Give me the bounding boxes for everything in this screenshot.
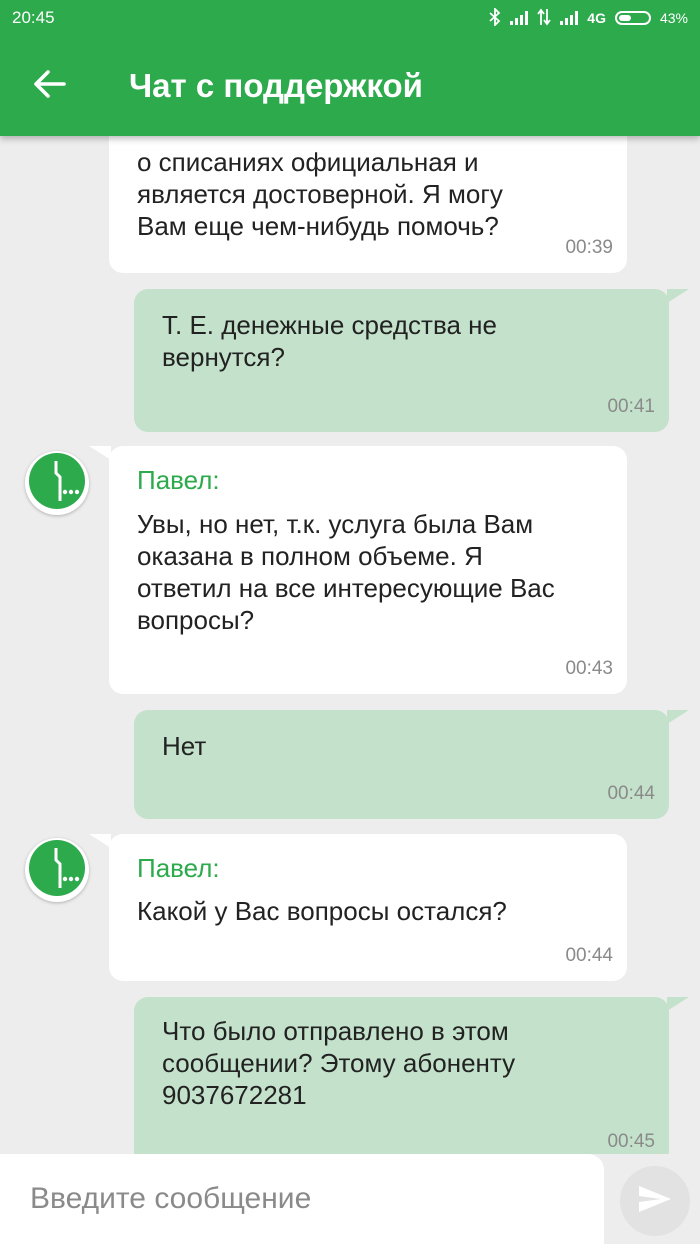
back-button[interactable] [0, 36, 100, 136]
arrow-left-icon [34, 69, 66, 103]
operator-logo-icon [25, 836, 89, 905]
avatar [25, 838, 89, 902]
message-time: 00:45 [607, 1131, 655, 1152]
outgoing-message: Нет 00:44 [134, 710, 689, 819]
avatar [25, 451, 89, 515]
message-time: 00:44 [607, 783, 655, 804]
signal-icon [510, 11, 529, 25]
message-time: 00:41 [607, 396, 655, 417]
bubble-tail [667, 710, 689, 724]
message-time: 00:39 [565, 237, 613, 258]
message-time: 00:43 [565, 658, 613, 679]
message-time: 00:44 [565, 945, 613, 966]
battery-icon [614, 11, 651, 25]
bubble-tail [667, 289, 689, 303]
operator-logo-icon [25, 449, 89, 518]
incoming-message: Павел: Увы, но нет, т.к. услуга была Вам… [89, 446, 627, 694]
message-sender: Павел: [137, 853, 220, 883]
bubble-tail [89, 834, 111, 848]
chat-messages[interactable]: о списаниях официальная и является досто… [0, 0, 700, 1244]
bubble-tail [667, 997, 689, 1011]
status-time: 20:45 [12, 8, 55, 27]
data-transfer-icon [537, 8, 552, 29]
outgoing-message: Т. Е. денежные средства не вернутся? 00:… [134, 289, 689, 432]
battery-percent: 43% [659, 10, 688, 26]
signal-icon-2 [560, 11, 579, 25]
status-icons: 4G 43% [489, 6, 688, 29]
app-bar: Чат с поддержкой [0, 36, 700, 136]
message-text: Т. Е. денежные средства не вернутся? [162, 310, 497, 372]
message-text: Нет [162, 731, 207, 761]
outgoing-message: Что было отправлено в этом сообщении? Эт… [134, 997, 689, 1167]
page-title: Чат с поддержкой [129, 67, 423, 104]
message-text: о списаниях официальная и является досто… [137, 147, 503, 241]
status-bar: 20:45 4G 43% [0, 0, 700, 36]
message-text: Увы, но нет, т.к. услуга была Вам оказан… [137, 509, 555, 635]
message-composer [0, 1154, 700, 1244]
message-input[interactable] [0, 1154, 604, 1244]
send-button[interactable] [620, 1166, 690, 1236]
network-type: 4G [587, 10, 606, 26]
bubble-tail [89, 446, 111, 460]
bluetooth-icon [489, 6, 501, 29]
message-text: Что было отправлено в этом сообщении? Эт… [162, 1016, 516, 1110]
message-text: Какой у Вас вопросы остался? [137, 896, 507, 926]
send-icon [637, 1184, 673, 1219]
incoming-message: Павел: Какой у Вас вопросы остался? 00:4… [89, 834, 627, 981]
message-sender: Павел: [137, 465, 220, 495]
